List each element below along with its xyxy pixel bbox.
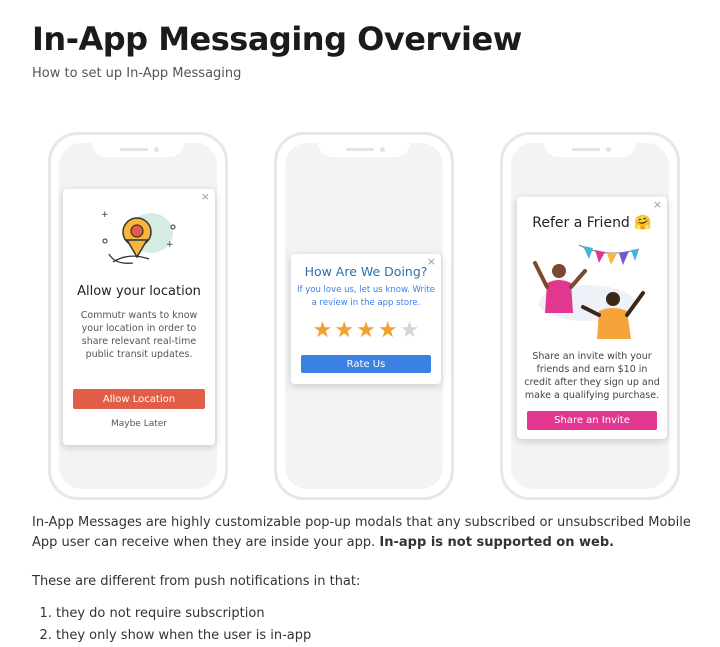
rating-modal: × How Are We Doing? If you love us, let …: [291, 254, 441, 384]
referral-modal: × Refer a Friend 🤗 Share an invite with …: [517, 197, 667, 439]
list-item: they only show when the user is in-app: [56, 625, 311, 647]
share-invite-button[interactable]: Share an Invite: [527, 411, 657, 430]
location-pin-illustration: + +: [101, 210, 176, 264]
star-icon[interactable]: ★: [400, 320, 420, 342]
phone-notch: [544, 143, 636, 157]
location-heading: Allow your location: [77, 284, 201, 299]
star-icon[interactable]: ★: [378, 320, 398, 342]
celebration-illustration: [533, 244, 645, 339]
svg-text:+: +: [101, 210, 109, 220]
page-title: In-App Messaging Overview: [32, 20, 522, 58]
rating-heading: How Are We Doing?: [304, 264, 428, 279]
referral-body: Share an invite with your friends and ea…: [524, 351, 660, 401]
allow-location-button[interactable]: Allow Location: [73, 389, 205, 409]
star-icon[interactable]: ★: [356, 320, 376, 342]
location-modal: × + + Allow your location Commutr wants …: [63, 189, 215, 445]
differences-list: they do not require subscription they on…: [32, 603, 311, 647]
referral-heading: Refer a Friend 🤗: [532, 215, 652, 231]
phone-notch: [92, 143, 184, 157]
close-icon[interactable]: ×: [201, 190, 210, 203]
star-icon[interactable]: ★: [313, 320, 333, 342]
page-subtitle: How to set up In-App Messaging: [32, 66, 242, 81]
star-icon[interactable]: ★: [334, 320, 354, 342]
maybe-later-link[interactable]: Maybe Later: [63, 419, 215, 429]
phone-mockup-rating: × How Are We Doing? If you love us, let …: [274, 132, 454, 500]
intro-bold-note: In-app is not supported on web.: [379, 535, 615, 550]
rate-us-button[interactable]: Rate Us: [301, 355, 431, 373]
star-rating[interactable]: ★ ★ ★ ★ ★: [291, 320, 441, 342]
svg-text:+: +: [166, 240, 174, 250]
difference-intro: These are different from push notificati…: [32, 574, 361, 589]
intro-paragraph: In-App Messages are highly customizable …: [32, 513, 702, 553]
rating-body: If you love us, let us know. Write a rev…: [297, 285, 435, 308]
location-body: Commutr wants to know your location in o…: [80, 310, 198, 360]
phone-mockup-location: × + + Allow your location Commutr wants …: [48, 132, 228, 500]
phone-notch: [318, 143, 410, 157]
list-item: they do not require subscription: [56, 603, 311, 625]
close-icon[interactable]: ×: [653, 198, 662, 211]
phone-mockup-referral: × Refer a Friend 🤗 Share an invite with …: [500, 132, 680, 500]
